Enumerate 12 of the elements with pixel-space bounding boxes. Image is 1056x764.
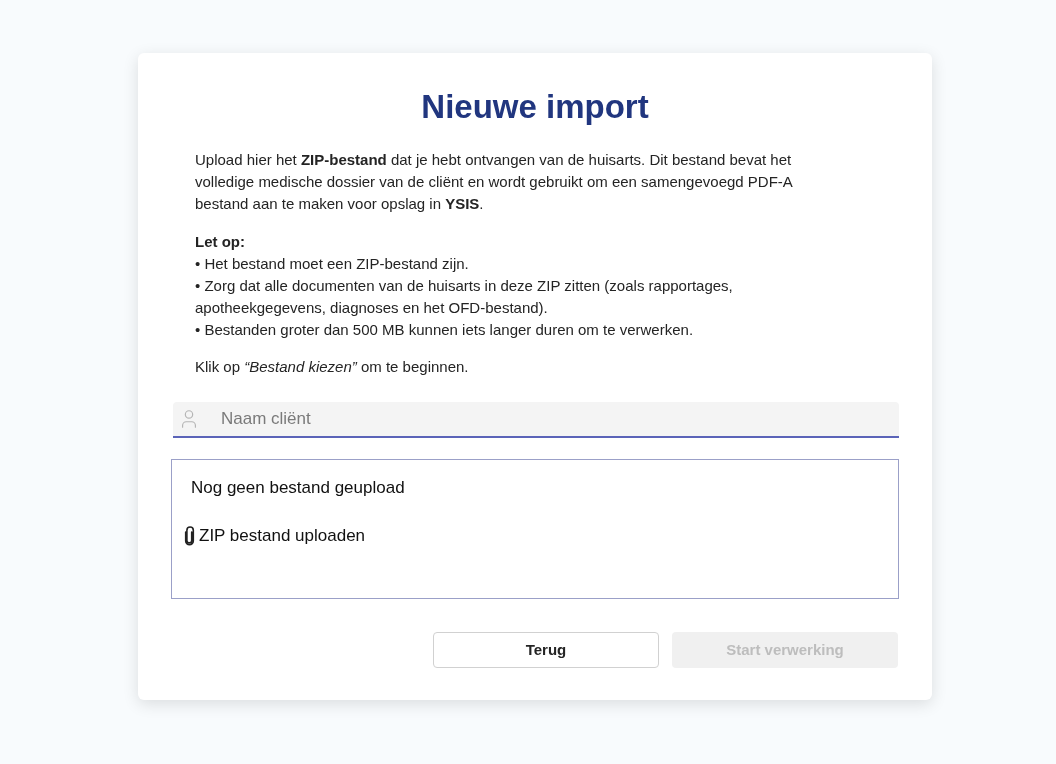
back-button[interactable]: Terug [433, 632, 659, 668]
notice-heading: Let op: [195, 232, 246, 252]
upload-status-text: Nog geen bestand geupload [191, 477, 405, 499]
upload-zip-link[interactable]: ZIP bestand uploaden [184, 524, 366, 548]
dialog-title: Nieuwe import [421, 87, 649, 127]
notice-item: • Bestanden groter dan 500 MB kunnen iets langer duren om te verwerken. [195, 320, 695, 340]
hint-text: Klik op “Bestand kiezen” om te beginnen. [195, 357, 470, 377]
notice-item: • Het bestand moet een ZIP-bestand zijn. [195, 254, 470, 274]
intro-paragraph: Upload hier het ZIP-bestand dat je hebt ontvangen van de huisarts. Dit bestand bevat het volledige medische dossier van de cliënt en wordt gebruikt om een samengevoegd PDF-A bestand aan te maken voor opslag in YSIS. [195, 150, 794, 214]
paperclip-icon [184, 526, 195, 546]
client-name-field[interactable]: Naam cliënt [173, 402, 899, 438]
notice-item: • Zorg dat alle documenten van de huisarts in deze ZIP zitten (zoals rapportages, apotheekgegevens, diagnoses en het OFD-bestand). [195, 276, 734, 318]
